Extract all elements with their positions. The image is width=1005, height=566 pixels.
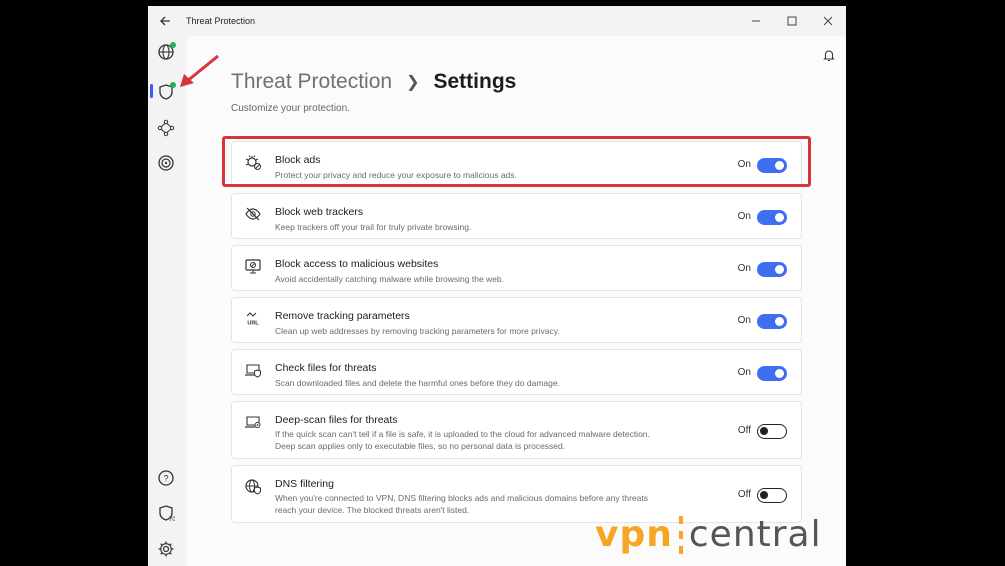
sidebar-item-settings[interactable] <box>156 539 176 559</box>
setting-title: Check files for threats <box>275 362 377 374</box>
laptop-search-icon <box>244 413 262 431</box>
svg-text:?: ? <box>163 474 168 484</box>
sidebar-item-threat-protection[interactable] <box>156 82 176 102</box>
globe-shield-icon <box>244 477 262 495</box>
setting-description: Scan downloaded files and delete the har… <box>275 377 705 389</box>
main-content: Threat Protection ❯ Settings Customize y… <box>186 36 846 566</box>
minimize-icon <box>752 20 760 22</box>
sidebar-item-security-score[interactable]: 70 <box>156 503 176 523</box>
maximize-icon <box>787 16 797 26</box>
url-icon: URL <box>244 309 262 327</box>
title-bar: Threat Protection <box>148 6 846 36</box>
toggle-switch[interactable] <box>757 424 787 439</box>
toggle-state-label: On <box>737 315 751 326</box>
annotation-arrow-icon <box>180 54 219 87</box>
arrow-left-icon <box>160 16 170 26</box>
meshnet-icon <box>157 119 175 137</box>
setting-card-2: Block access to malicious websites Avoid … <box>231 245 802 291</box>
gear-icon <box>158 541 174 557</box>
close-button[interactable] <box>810 6 846 36</box>
setting-title: Block web trackers <box>275 206 364 218</box>
watermark-vpn: vpn <box>595 514 673 555</box>
app-window: Threat Protection ? 70 Threat Protection… <box>148 6 846 566</box>
shield-score-icon: 70 <box>159 505 175 522</box>
setting-description-line: Keep trackers off your trail for truly p… <box>275 222 472 232</box>
toggle-state-label: On <box>737 263 751 274</box>
watermark-central: central <box>688 514 822 555</box>
setting-description: Clean up web addresses by removing track… <box>275 325 705 337</box>
bell-icon[interactable] <box>822 48 836 62</box>
sidebar-item-vpn[interactable] <box>156 42 176 62</box>
setting-description: Avoid accidentally catching malware whil… <box>275 273 705 285</box>
window-controls <box>738 6 846 36</box>
watermark: vpn central <box>595 514 822 555</box>
page-title: Settings <box>433 70 517 93</box>
monitor-block-icon <box>244 257 262 275</box>
chevron-right-icon: ❯ <box>406 74 420 91</box>
watermark-bar-icon <box>678 515 683 554</box>
setting-title: DNS filtering <box>275 478 334 490</box>
setting-description-line: Deep scan applies only to executable fil… <box>275 441 566 451</box>
laptop-shield-icon <box>244 361 262 379</box>
window-title: Threat Protection <box>186 16 256 26</box>
setting-title: Remove tracking parameters <box>275 310 410 322</box>
setting-description-line: Avoid accidentally catching malware whil… <box>275 274 504 284</box>
toggle-state-label: Off <box>737 425 751 436</box>
setting-card-4: Check files for threats Scan downloaded f… <box>231 349 802 395</box>
help-icon: ? <box>158 470 174 486</box>
highlight-box <box>222 136 811 187</box>
setting-description: When you're connected to VPN, DNS filter… <box>275 492 705 516</box>
setting-description-line: Scan downloaded files and delete the har… <box>275 378 560 388</box>
toggle-switch[interactable] <box>757 366 787 381</box>
breadcrumb-parent[interactable]: Threat Protection <box>231 70 392 94</box>
status-dot <box>170 42 176 48</box>
setting-card-1: Block web trackers Keep trackers off your… <box>231 193 802 239</box>
active-indicator <box>150 84 153 98</box>
toggle-switch[interactable] <box>757 262 787 277</box>
setting-card-3: URL Remove tracking parameters Clean up we… <box>231 297 802 343</box>
close-icon <box>823 16 833 26</box>
maximize-button[interactable] <box>774 6 810 36</box>
sidebar-item-dark-web-monitor[interactable] <box>156 153 176 173</box>
toggle-switch[interactable] <box>757 314 787 329</box>
setting-description-line: When you're connected to VPN, DNS filter… <box>275 493 648 503</box>
toggle-switch[interactable] <box>757 210 787 225</box>
score-badge: 70 <box>169 517 175 522</box>
setting-description: If the quick scan can't tell if a file i… <box>275 428 705 452</box>
toggle-state-label: Off <box>737 489 751 500</box>
back-button[interactable] <box>148 6 182 36</box>
setting-description: Keep trackers off your trail for truly p… <box>275 221 705 233</box>
sidebar-item-meshnet[interactable] <box>156 118 176 138</box>
setting-description-line: If the quick scan can't tell if a file i… <box>275 429 650 439</box>
eye-off-icon <box>244 205 262 223</box>
breadcrumb: Threat Protection ❯ Settings <box>231 70 516 94</box>
toggle-state-label: On <box>737 367 751 378</box>
setting-title: Block access to malicious websites <box>275 258 439 270</box>
toggle-switch[interactable] <box>757 488 787 503</box>
page-subtitle: Customize your protection. <box>231 103 350 114</box>
minimize-button[interactable] <box>738 6 774 36</box>
svg-text:URL: URL <box>247 321 259 327</box>
setting-title: Deep-scan files for threats <box>275 414 398 426</box>
target-icon <box>158 155 174 171</box>
sidebar-item-help[interactable]: ? <box>156 468 176 488</box>
setting-description-line: Clean up web addresses by removing track… <box>275 326 560 336</box>
toggle-state-label: On <box>737 211 751 222</box>
sidebar: ? 70 <box>148 36 184 566</box>
setting-card-5: Deep-scan files for threats If the quick … <box>231 401 802 459</box>
